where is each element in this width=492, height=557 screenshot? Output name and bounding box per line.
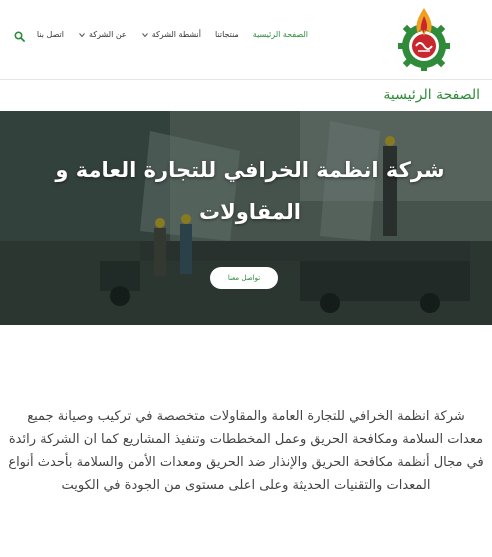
contact-us-button[interactable]: تواصل معنا [210, 267, 278, 289]
main-nav: الصفحة الرئيسية منتجاتنا أنشطة الشركة عن… [23, 30, 308, 39]
nav-item-label: أنشطة الشركة [151, 30, 201, 39]
page-title: الصفحة الرئيسية [383, 87, 480, 103]
nav-item-contact[interactable]: اتصل بنا [37, 30, 64, 39]
nav-item-label: الصفحة الرئيسية [252, 30, 308, 39]
nav-item-about[interactable]: عن الشركة [78, 30, 127, 39]
nav-item-home[interactable]: الصفحة الرئيسية [253, 30, 308, 39]
nav-item-label: اتصل بنا [36, 30, 64, 39]
hero-title: شركة انظمة الخرافي للتجارة العامة و المق… [55, 158, 445, 224]
nav-item-products[interactable]: منتجاتنا [215, 30, 239, 39]
nav-item-activities[interactable]: أنشطة الشركة [141, 30, 201, 39]
hero-banner: شركة انظمة الخرافي للتجارة العامة و المق… [0, 111, 492, 325]
about-text: شركة انظمة الخرافي للتجارة العامة والمقا… [8, 409, 484, 493]
chevron-down-icon [141, 32, 148, 37]
search-icon[interactable] [14, 31, 25, 42]
nav-item-label: عن الشركة [88, 30, 127, 39]
nav-item-label: منتجاتنا [215, 30, 239, 39]
site-header: الصفحة الرئيسية منتجاتنا أنشطة الشركة عن… [0, 0, 492, 80]
chevron-down-icon [79, 32, 85, 37]
company-logo[interactable] [394, 6, 454, 72]
